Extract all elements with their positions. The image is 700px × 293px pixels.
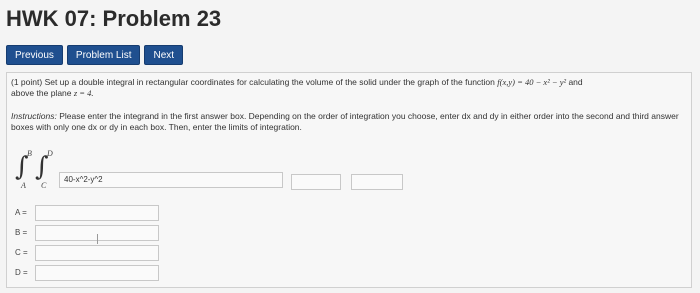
differential-1-input[interactable]	[291, 174, 341, 190]
limit-c-input[interactable]	[35, 245, 159, 261]
integrand-input[interactable]: 40-x^2-y^2	[59, 172, 283, 188]
differential-2-input[interactable]	[351, 174, 403, 190]
and-text: and	[568, 77, 583, 87]
limit-b-label: B =	[15, 228, 28, 237]
instructions-label: Instructions:	[11, 111, 57, 121]
problem-box: (1 point) Set up a double integral in re…	[6, 72, 692, 288]
limit-c-label: C =	[15, 248, 28, 257]
inner-lower-limit: C	[41, 181, 47, 190]
points-label: (1 point)	[11, 77, 43, 87]
previous-button[interactable]: Previous	[6, 45, 63, 65]
limit-a-label: A =	[15, 208, 27, 217]
limit-d-input[interactable]	[35, 265, 159, 281]
page-title: HWK 07: Problem 23	[6, 6, 222, 31]
inner-upper-limit: D	[47, 149, 53, 158]
function-expression: f(x,y) = 40 − x² − y²	[497, 77, 567, 87]
text-cursor-icon	[97, 234, 98, 244]
outer-lower-limit: A	[21, 181, 26, 190]
plane-expression: z = 4.	[73, 88, 94, 98]
limit-a-input[interactable]	[35, 205, 159, 221]
statement-text-2: above the plane	[11, 88, 72, 98]
problem-statement: (1 point) Set up a double integral in re…	[11, 77, 685, 99]
problem-list-button[interactable]: Problem List	[66, 45, 141, 65]
statement-text: Set up a double integral in rectangular …	[44, 77, 495, 87]
problem-nav: Previous Problem List Next	[6, 45, 184, 65]
instructions-text: Please enter the integrand in the first …	[11, 111, 679, 132]
next-button[interactable]: Next	[144, 45, 184, 65]
limit-d-label: D =	[15, 268, 28, 277]
outer-upper-limit: B	[27, 149, 32, 158]
instructions: Instructions: Please enter the integrand…	[11, 111, 685, 133]
